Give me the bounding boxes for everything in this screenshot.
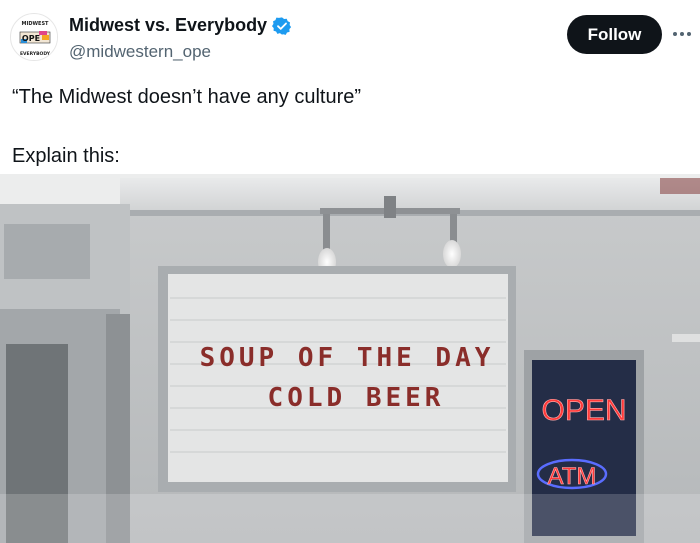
author-name-row: Midwest vs. Everybody xyxy=(69,15,292,36)
post-photo[interactable]: SOUP OF THE DAY COLD BEER OPEN ATM xyxy=(0,174,700,543)
neon-atm-sign: ATM xyxy=(548,463,597,490)
post-text-line-1: “The Midwest doesn’t have any culture” xyxy=(12,86,362,108)
sign-line-1: SOUP OF THE DAY xyxy=(200,343,495,373)
dot xyxy=(673,32,677,36)
verified-badge-icon xyxy=(272,16,292,35)
avatar[interactable]: MIDWEST OPE EVERYBODY xyxy=(10,13,58,61)
handle[interactable]: @midwestern_ope xyxy=(69,42,211,62)
avatar-ring-bottom: EVERYBODY xyxy=(20,51,51,57)
avatar-text: OPE xyxy=(22,34,40,43)
avatar-ring-top: MIDWEST xyxy=(22,21,50,27)
dot xyxy=(680,32,684,36)
neon-open-sign: OPEN xyxy=(541,394,626,427)
tweet: MIDWEST OPE EVERYBODY Midwest vs. Everyb… xyxy=(0,0,700,543)
post-text-line-2: Explain this: xyxy=(12,145,120,167)
sign-line-2: COLD BEER xyxy=(268,383,445,413)
more-horizontal-icon[interactable] xyxy=(670,24,694,44)
dot xyxy=(687,32,691,36)
display-name[interactable]: Midwest vs. Everybody xyxy=(69,15,267,36)
follow-button[interactable]: Follow xyxy=(567,15,662,54)
